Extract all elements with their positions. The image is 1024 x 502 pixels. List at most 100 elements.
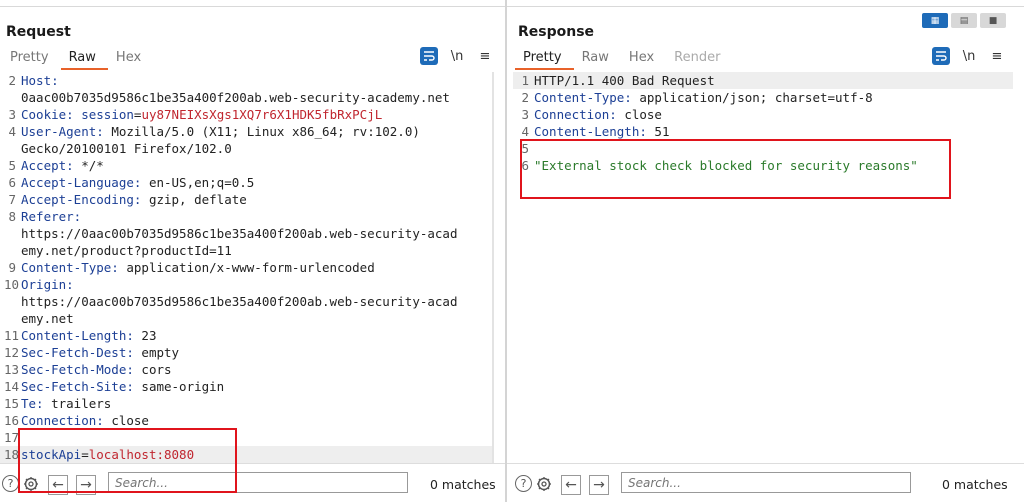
side-by-side-layout-icon[interactable]: ▦	[922, 13, 948, 28]
previous-match-arrow-icon[interactable]: ←	[561, 475, 581, 495]
token: Sec-Fetch-Dest:	[21, 345, 134, 360]
code-line: 3 Connection: close	[513, 106, 1024, 123]
newline-icon[interactable]: \n	[448, 47, 466, 65]
token: Mozilla/5.0 (X11; Linux x86_64; rv:102.0…	[103, 124, 420, 139]
line-number: 4	[8, 124, 16, 139]
token: gzip, deflate	[141, 192, 247, 207]
line-content: Connection: close	[21, 412, 149, 429]
code-line: 12 Sec-Fetch-Dest: empty	[0, 344, 505, 361]
token: session	[81, 107, 134, 122]
token: Origin:	[21, 277, 74, 292]
request-toolbar: \n ≡	[420, 47, 494, 65]
token: close	[616, 107, 662, 122]
line-number: 8	[8, 209, 16, 224]
line-number: 17	[4, 430, 20, 445]
tab-hex[interactable]: Hex	[108, 48, 153, 68]
response-editor[interactable]: 1 HTTP/1.1 400 Bad Request 2 Content-Type: …	[513, 72, 1024, 464]
tab-pretty[interactable]: Pretty	[515, 48, 574, 70]
line-content: emy.net/product?productId=11	[21, 242, 232, 259]
line-number: 3	[521, 107, 529, 122]
request-pane: Request Pretty Raw Hex \n ≡ 2 Host: 0aac00b7…	[0, 0, 505, 502]
help-icon[interactable]: ?	[2, 475, 19, 492]
token: https://0aac00b7035d9586c1be35a400f200ab…	[21, 226, 458, 241]
wrap-icon[interactable]	[932, 47, 950, 65]
token: emy.net/product?productId=11	[21, 243, 232, 258]
code-line: 6 Accept-Language: en-US,en;q=0.5	[0, 174, 505, 191]
line-content: Host:	[21, 72, 59, 89]
code-line: emy.net/product?productId=11	[0, 242, 505, 259]
token: Accept-Language:	[21, 175, 142, 190]
line-number: 12	[4, 345, 20, 360]
response-pane: ▦ ▤ ■ Response Pretty Raw Hex Render \n ≡ 1…	[507, 0, 1024, 502]
tab-pretty[interactable]: Pretty	[2, 48, 61, 68]
request-editor[interactable]: 2 Host: 0aac00b7035d9586c1be35a400f200ab.w…	[0, 72, 505, 464]
token: application/json; charset=utf-8	[631, 90, 873, 105]
token: Te:	[21, 396, 44, 411]
response-annotation-box	[520, 139, 951, 199]
top-separator	[507, 6, 1024, 7]
line-number: 1	[521, 73, 529, 88]
line-content: Accept-Encoding: gzip, deflate	[21, 191, 247, 208]
code-line: Gecko/20100101 Firefox/102.0	[0, 140, 505, 157]
token: 23	[133, 328, 157, 343]
line-number: 3	[8, 107, 16, 122]
tab-hex[interactable]: Hex	[621, 48, 666, 68]
line-number: 5	[8, 158, 16, 173]
wrap-icon[interactable]	[420, 47, 438, 65]
token: Accept:	[21, 158, 74, 173]
line-content: Te: trailers	[21, 395, 111, 412]
response-search-input[interactable]	[621, 472, 911, 493]
request-title: Request	[6, 24, 71, 40]
token: Sec-Fetch-Mode:	[21, 362, 134, 377]
token: cors	[133, 362, 172, 377]
line-content: Content-Type: application/x-www-form-url…	[21, 259, 375, 276]
line-number: 14	[4, 379, 20, 394]
token: empty	[133, 345, 180, 360]
menu-icon[interactable]: ≡	[476, 47, 494, 65]
token: Referer:	[21, 209, 82, 224]
code-line: 11 Content-Length: 23	[0, 327, 505, 344]
tab-raw[interactable]: Raw	[60, 48, 108, 70]
line-content: Accept: */*	[21, 157, 104, 174]
line-number: 7	[8, 192, 16, 207]
code-line: 9 Content-Type: application/x-www-form-ur…	[0, 259, 505, 276]
token: Accept-Encoding:	[21, 192, 142, 207]
token: Connection:	[534, 107, 617, 122]
token: uy87NEIXsXgs1XQ7r6X1HDK5fbRxPCjL	[141, 107, 383, 122]
line-number: 13	[4, 362, 20, 377]
code-line: 16 Connection: close	[0, 412, 505, 429]
line-content: HTTP/1.1 400 Bad Request	[534, 72, 715, 89]
line-number: 9	[8, 260, 16, 275]
line-number: 10	[4, 277, 20, 292]
token: Content-Type:	[534, 90, 632, 105]
code-line: emy.net	[0, 310, 505, 327]
code-line: 1 HTTP/1.1 400 Bad Request	[513, 72, 1013, 89]
line-content: Sec-Fetch-Mode: cors	[21, 361, 172, 378]
next-match-arrow-icon[interactable]: →	[589, 475, 609, 495]
token: Content-Length:	[21, 328, 134, 343]
help-icon[interactable]: ?	[515, 475, 532, 492]
code-line: 2 Content-Type: application/json; charset…	[513, 89, 1024, 106]
code-line: 13 Sec-Fetch-Mode: cors	[0, 361, 505, 378]
tab-render[interactable]: Render	[666, 48, 732, 68]
line-content: Sec-Fetch-Site: same-origin	[21, 378, 224, 395]
line-content: emy.net	[21, 310, 74, 327]
code-line: 5 Accept: */*	[0, 157, 505, 174]
token: same-origin	[133, 379, 225, 394]
token: 0aac00b7035d9586c1be35a400f200ab.web-sec…	[21, 90, 450, 105]
token: Content-Length:	[534, 124, 647, 139]
line-number: 4	[521, 124, 529, 139]
line-content: https://0aac00b7035d9586c1be35a400f200ab…	[21, 225, 458, 242]
code-line: 4 Content-Length: 51	[513, 123, 1024, 140]
token: Host:	[21, 73, 59, 88]
token: https://0aac00b7035d9586c1be35a400f200ab…	[21, 294, 458, 309]
response-tabs: Pretty Raw Hex Render	[515, 48, 732, 70]
single-pane-layout-icon[interactable]: ■	[980, 13, 1006, 28]
settings-gear-icon[interactable]	[535, 475, 553, 493]
menu-icon[interactable]: ≡	[988, 47, 1006, 65]
line-content: Connection: close	[534, 106, 662, 123]
stacked-layout-icon[interactable]: ▤	[951, 13, 977, 28]
token: HTTP/1.1 400 Bad Request	[534, 73, 715, 88]
tab-raw[interactable]: Raw	[574, 48, 621, 68]
newline-icon[interactable]: \n	[960, 47, 978, 65]
